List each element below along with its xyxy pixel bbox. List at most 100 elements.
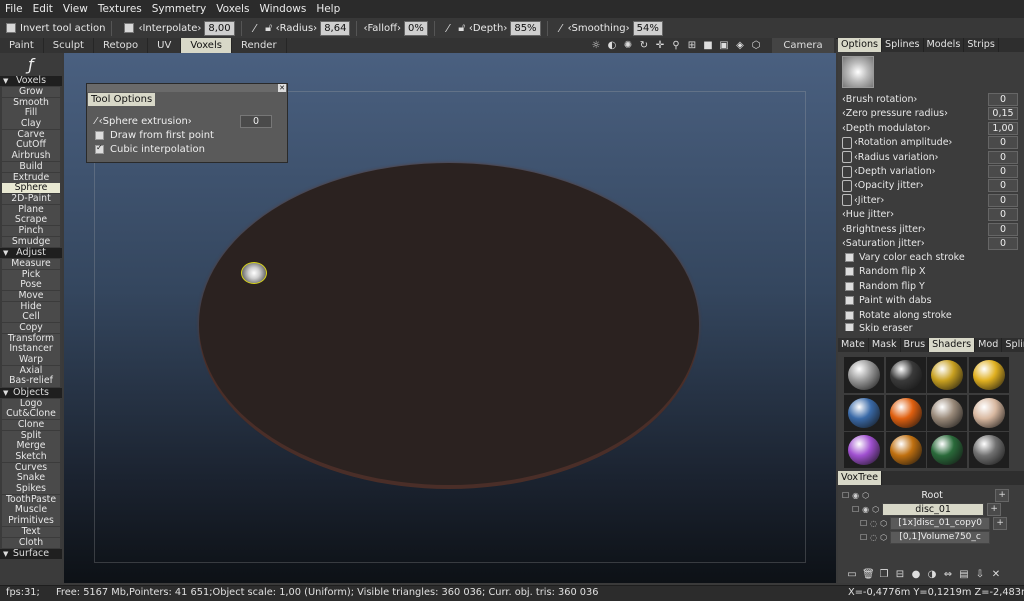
add-button[interactable]: + <box>993 516 1008 530</box>
lock-icon[interactable]: 🔓︎ <box>455 21 469 35</box>
eye-icon[interactable]: ◌ <box>870 519 877 528</box>
depth-value[interactable]: 85% <box>510 20 541 36</box>
tool-muscle[interactable]: Muscle <box>2 505 60 516</box>
tool-primitives[interactable]: Primitives <box>2 515 60 527</box>
menu-edit[interactable]: Edit <box>28 3 58 15</box>
tool-carve[interactable]: Carve <box>2 129 60 140</box>
section-objects[interactable]: ▼ Objects <box>0 387 62 398</box>
brush-option-row[interactable]: ‹Depth variation› 0 <box>842 165 1018 178</box>
tab-options[interactable]: Options <box>838 38 883 52</box>
brush-option-value[interactable]: 0 <box>988 136 1018 150</box>
eye-icon[interactable]: ◌ <box>870 533 877 542</box>
tool-pick[interactable]: Pick <box>2 269 60 280</box>
brush-check-row[interactable]: Paint with dabs <box>842 294 1018 307</box>
tool-build[interactable]: Build <box>2 161 60 172</box>
brush-check-row[interactable]: Random flip X <box>842 265 1018 278</box>
tool-pinch[interactable]: Pinch <box>2 225 60 237</box>
tool-snake[interactable]: Snake <box>2 473 60 484</box>
pen-pressure-icon[interactable]: ⁄ <box>95 116 97 127</box>
section-adjust[interactable]: ▼ Adjust <box>0 247 62 258</box>
interpolate-label[interactable]: ‹Interpolate› <box>138 23 201 34</box>
brush-check-row[interactable]: Skip eraser <box>842 323 1018 331</box>
brush-option-row[interactable]: ‹Zero pressure radius› 0,15 <box>842 107 1018 121</box>
pan-icon[interactable]: ✛ <box>652 40 668 51</box>
brush-option-row[interactable]: ‹Hue jitter› 0 <box>842 208 1018 222</box>
checkbox[interactable] <box>845 310 854 320</box>
lock-icon[interactable] <box>842 136 852 149</box>
tree-item-label[interactable]: [1x]disc_01_copy0 <box>890 516 991 530</box>
merge-icon[interactable]: ⊟ <box>894 569 906 581</box>
pen-pressure-icon[interactable]: ⁄ <box>441 21 455 35</box>
shader-thumbnail[interactable] <box>885 432 926 468</box>
checkbox-icon[interactable]: ☐ <box>842 491 849 500</box>
brush-alpha-preview[interactable] <box>842 56 874 88</box>
shader-thumbnail[interactable] <box>844 357 884 393</box>
checkbox-icon[interactable]: ☐ <box>860 533 867 542</box>
menu-view[interactable]: View <box>58 3 93 15</box>
tool-measure[interactable]: Measure <box>2 258 60 269</box>
contrast-icon[interactable]: ◐ <box>604 40 620 51</box>
tab-splines[interactable]: Splines <box>882 38 924 52</box>
zoom-icon[interactable]: ⚲ <box>668 40 684 51</box>
voxel-disc-object[interactable] <box>199 163 699 485</box>
shader-thumbnail[interactable] <box>927 357 967 393</box>
checkbox[interactable] <box>845 296 854 306</box>
tool-cut-clone[interactable]: Cut&Clone <box>2 409 60 420</box>
tool-copy[interactable]: Copy <box>2 322 60 334</box>
add-button[interactable]: + <box>987 502 1002 516</box>
brush-option-value[interactable]: 0 <box>988 179 1018 193</box>
tool-grow[interactable]: Grow <box>2 86 60 98</box>
falloff-value[interactable]: 0% <box>403 20 428 36</box>
tool-warp[interactable]: Warp <box>2 354 60 366</box>
pen-pressure-icon[interactable]: ⁄ <box>554 21 568 35</box>
brush-check-row[interactable]: Vary color each stroke <box>842 251 1018 264</box>
menu-voxels[interactable]: Voxels <box>211 3 254 15</box>
tree-root-row[interactable]: ☐ ◉ ⬡ Root + <box>842 488 1018 502</box>
tab-materials[interactable]: Mate <box>838 338 869 352</box>
folder-icon[interactable]: ▤ <box>958 569 970 581</box>
checkbox-icon[interactable]: ☐ <box>860 519 867 528</box>
brush-option-row[interactable]: ‹Saturation jitter› 0 <box>842 237 1018 250</box>
tool-sphere[interactable]: Sphere <box>2 182 60 194</box>
tab-voxtree[interactable]: VoxTree <box>838 471 883 485</box>
brush-option-row[interactable]: ‹Rotation amplitude› 0 <box>842 136 1018 150</box>
tree-root-label[interactable]: Root <box>872 490 992 501</box>
tool-merge[interactable]: Merge <box>2 441 60 452</box>
menu-textures[interactable]: Textures <box>93 3 147 15</box>
falloff-label[interactable]: ‹Falloff› <box>363 23 401 34</box>
shader-thumbnail[interactable] <box>968 394 1009 431</box>
delete-icon[interactable]: 🗑︎ <box>862 569 875 581</box>
draw-first-point-checkbox[interactable] <box>95 131 104 140</box>
tool-2d-paint[interactable]: 2D-Paint <box>2 193 60 205</box>
menu-windows[interactable]: Windows <box>254 3 311 15</box>
tool-axial[interactable]: Axial <box>2 365 60 376</box>
brush-option-row[interactable]: ‹Brightness jitter› 0 <box>842 222 1018 236</box>
cube-icon[interactable]: ⬡ <box>748 40 764 51</box>
menu-help[interactable]: Help <box>311 3 345 15</box>
hide-icon[interactable]: ◑ <box>926 569 938 581</box>
shader-thumbnail[interactable] <box>844 432 884 468</box>
tree-item-label[interactable]: disc_01 <box>882 502 985 516</box>
checkbox[interactable] <box>845 267 854 277</box>
tab-retopo[interactable]: Retopo <box>94 38 149 53</box>
tool-plane[interactable]: Plane <box>2 204 60 215</box>
brush-option-row[interactable]: ‹Depth modulator› 1,00 <box>842 121 1018 135</box>
radius-value[interactable]: 8,64 <box>320 20 351 36</box>
light-icon[interactable]: ☼ <box>588 40 604 51</box>
sphere-icon[interactable]: ● <box>910 569 922 581</box>
tool-spikes[interactable]: Spikes <box>2 483 60 495</box>
tool-fill[interactable]: Fill <box>2 108 60 119</box>
tool-cutoff[interactable]: CutOff <box>2 140 60 151</box>
shader-thumbnail[interactable] <box>844 394 884 431</box>
tab-paint[interactable]: Paint <box>0 38 44 53</box>
tool-text[interactable]: Text <box>2 526 60 537</box>
pen-pressure-icon[interactable]: ⁄ <box>248 21 262 35</box>
tab-voxels[interactable]: Voxels <box>181 38 232 53</box>
brush-option-row[interactable]: ‹Brush rotation› 0 <box>842 93 1018 106</box>
tool-smooth[interactable]: Smooth <box>2 97 60 108</box>
interpolate-value[interactable]: 8,00 <box>204 20 235 36</box>
tool-hide[interactable]: Hide <box>2 301 60 312</box>
interpolate-checkbox[interactable] <box>124 23 135 33</box>
lock-icon[interactable] <box>842 165 852 178</box>
tool-toothpaste[interactable]: ToothPaste <box>2 494 60 505</box>
